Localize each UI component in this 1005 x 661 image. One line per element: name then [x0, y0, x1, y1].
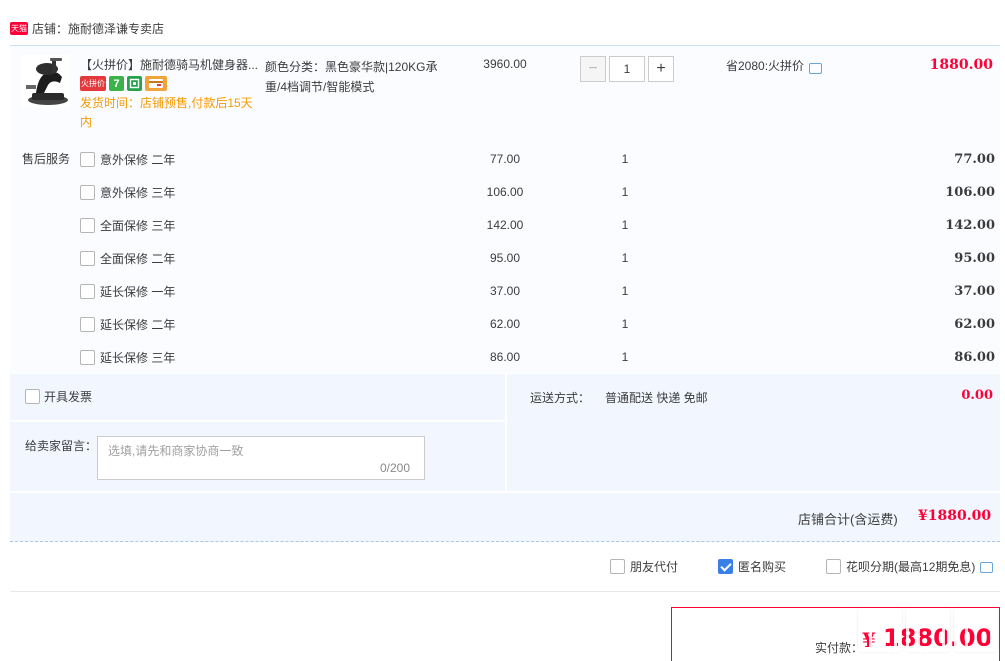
- service-qty: 1: [621, 284, 629, 298]
- service-checkbox[interactable]: [80, 283, 95, 299]
- service-sum: 77.00: [954, 151, 995, 167]
- service-checkbox[interactable]: [80, 316, 95, 332]
- checkout-options: 朋友代付 匿名购买 花呗分期(最高12期免息): [610, 558, 994, 575]
- service-sum: 106.00: [945, 184, 995, 200]
- shop-header: 天猫 店铺：施耐德泽谦专卖店: [10, 18, 164, 38]
- shipping-method[interactable]: 普通配送 快递 免邮: [605, 389, 708, 406]
- shop-total-value: ¥1880.00: [918, 508, 992, 524]
- service-price: 62.00: [489, 317, 521, 331]
- service-row: 全面保修 三年 142.00 1 142.00: [80, 215, 995, 235]
- service-name: 延长保修 一年: [100, 284, 176, 299]
- fire-sale-badge: 火拼价: [80, 76, 106, 91]
- service-price: 86.00: [489, 350, 521, 364]
- friend-pay-checkbox[interactable]: [610, 559, 625, 574]
- service-row: 意外保修 三年 106.00 1 106.00: [80, 182, 995, 202]
- shop-name[interactable]: 店铺：施耐德泽谦专卖店: [32, 20, 164, 37]
- qty-input[interactable]: 1: [609, 56, 645, 82]
- qty-minus-button[interactable]: −: [580, 56, 606, 82]
- pay-label: 实付款：: [815, 641, 864, 655]
- discount-info: 省2080:火拼价: [726, 57, 823, 74]
- invoice-checkbox[interactable]: [25, 389, 40, 404]
- product-badges: 火拼价 7: [80, 76, 167, 91]
- service-sum: 142.00: [945, 217, 995, 233]
- quantity-stepper: − 1 +: [580, 56, 674, 82]
- service-checkbox[interactable]: [80, 349, 95, 365]
- guarantee-icon: [127, 76, 142, 91]
- invoice-label: 开具发票: [44, 390, 93, 404]
- service-price: 142.00: [486, 218, 524, 232]
- ship-time: 发货时间：店铺预售,付款后15天内: [80, 96, 253, 129]
- shipping-label: 运送方式：: [530, 391, 591, 405]
- tmall-icon: 天猫: [10, 21, 28, 35]
- anonymous-option[interactable]: 匿名购买: [718, 558, 786, 575]
- service-row: 意外保修 二年 77.00 1 77.00: [80, 149, 995, 169]
- sku-spec: 颜色分类：黑色豪华款|120KG承重/4档调节/智能模式: [265, 60, 438, 94]
- service-checkbox[interactable]: [80, 184, 95, 200]
- chat-icon[interactable]: [980, 562, 994, 573]
- service-title: 售后服务: [22, 152, 71, 166]
- service-name: 延长保修 三年: [100, 350, 176, 365]
- service-qty: 1: [621, 350, 629, 364]
- service-qty: 1: [621, 152, 629, 166]
- divider: [10, 591, 1000, 592]
- friend-pay-label: 朋友代付: [630, 560, 679, 574]
- service-qty: 1: [621, 317, 629, 331]
- invoice-option[interactable]: 开具发票: [25, 388, 92, 405]
- service-name: 意外保修 三年: [100, 185, 176, 200]
- anonymous-label: 匿名购买: [738, 560, 787, 574]
- service-checkbox[interactable]: [80, 151, 95, 167]
- discount-text: 省2080:火拼价: [726, 59, 805, 73]
- huabei-option[interactable]: 花呗分期(最高12期免息): [826, 558, 994, 575]
- item-subtotal: 1880.00: [929, 57, 993, 73]
- huabei-checkbox[interactable]: [826, 559, 842, 574]
- service-row: 延长保修 一年 37.00 1 37.00: [80, 281, 995, 301]
- service-qty: 1: [621, 218, 629, 232]
- service-name: 全面保修 二年: [100, 251, 176, 266]
- huabei-label: 花呗分期(最高12期免息): [846, 560, 976, 574]
- chat-icon[interactable]: [809, 63, 823, 74]
- watermark-glyph: [954, 608, 998, 652]
- memo-label: 给卖家留言：: [25, 439, 98, 453]
- friend-pay-option[interactable]: 朋友代付: [610, 558, 678, 575]
- service-qty: 1: [621, 185, 629, 199]
- seven-day-return-icon: 7: [109, 76, 124, 91]
- shipping-fee: 0.00: [961, 388, 993, 403]
- service-qty: 1: [621, 251, 629, 265]
- service-row: 延长保修 三年 86.00 1 86.00: [80, 347, 995, 367]
- anonymous-checkbox[interactable]: [718, 559, 734, 574]
- service-sum: 62.00: [954, 316, 995, 332]
- watermark-url: zhidezhi.com: [870, 645, 941, 656]
- service-price: 106.00: [486, 185, 524, 199]
- service-price: 37.00: [489, 284, 521, 298]
- service-name: 意外保修 二年: [100, 152, 176, 167]
- service-sum: 37.00: [954, 283, 995, 299]
- service-name: 全面保修 三年: [100, 218, 176, 233]
- service-checkbox[interactable]: [80, 217, 95, 233]
- service-sum: 86.00: [954, 349, 995, 365]
- service-sum: 95.00: [954, 250, 995, 266]
- shop-total-label: 店铺合计(含运费): [798, 512, 898, 527]
- unit-price: 3960.00: [483, 57, 527, 71]
- qty-plus-button[interactable]: +: [648, 56, 674, 82]
- service-price: 77.00: [489, 152, 521, 166]
- credit-card-icon: [145, 76, 167, 91]
- memo-placeholder: 选填,请先和商家协商一致: [108, 444, 244, 458]
- service-name: 延长保修 二年: [100, 317, 176, 332]
- product-image[interactable]: [22, 55, 70, 107]
- memo-char-count: 0/200: [380, 461, 411, 475]
- service-row: 全面保修 二年 95.00 1 95.00: [80, 248, 995, 268]
- service-row: 延长保修 二年 62.00 1 62.00: [80, 314, 995, 334]
- service-price: 95.00: [489, 251, 521, 265]
- service-checkbox[interactable]: [80, 250, 95, 266]
- product-title[interactable]: 【火拼价】施耐德骑马机健身器...: [80, 56, 260, 74]
